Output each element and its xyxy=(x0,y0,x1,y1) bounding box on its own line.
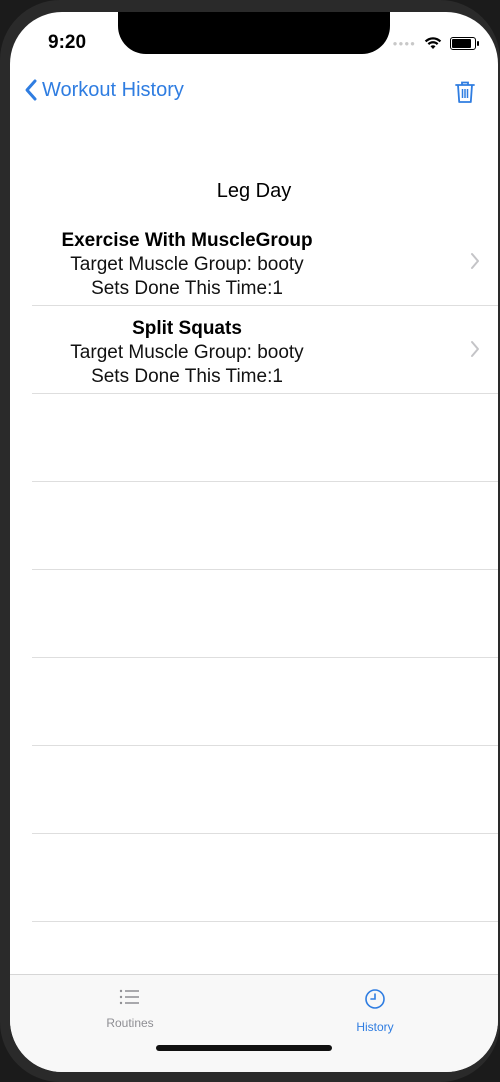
status-time: 9:20 xyxy=(48,32,87,53)
exercise-target: Target Muscle Group: booty xyxy=(70,342,304,363)
empty-row xyxy=(32,834,498,922)
back-button-label: Workout History xyxy=(42,78,184,101)
exercise-row[interactable]: Split Squats Target Muscle Group: booty … xyxy=(32,306,498,394)
home-indicator[interactable] xyxy=(156,1045,332,1051)
exercise-sets: Sets Done This Time:1 xyxy=(91,278,283,299)
exercise-row-text: Exercise With MuscleGroup Target Muscle … xyxy=(32,228,342,301)
exercise-name: Exercise With MuscleGroup xyxy=(61,230,313,251)
tab-history-label: History xyxy=(356,1020,394,1034)
chevron-right-icon xyxy=(471,341,479,357)
notch xyxy=(118,12,390,54)
list-icon xyxy=(119,989,139,1005)
empty-row xyxy=(32,570,498,658)
empty-row xyxy=(32,394,498,482)
exercise-sets: Sets Done This Time:1 xyxy=(91,366,283,387)
exercise-row-text: Split Squats Target Muscle Group: booty … xyxy=(32,316,342,389)
exercise-name: Split Squats xyxy=(132,318,242,339)
back-button[interactable]: Workout History xyxy=(24,78,184,102)
screen: 9:20 ●●●● Workout History Leg Day Exerci… xyxy=(10,12,498,1072)
delete-button[interactable] xyxy=(454,80,476,109)
empty-row xyxy=(32,746,498,834)
empty-row xyxy=(32,658,498,746)
battery-icon xyxy=(450,36,479,50)
tab-routines[interactable]: Routines xyxy=(70,987,190,1030)
device-frame: 9:20 ●●●● Workout History Leg Day Exerci… xyxy=(0,0,500,1082)
status-indicators: ●●●● xyxy=(392,36,479,50)
chevron-left-icon xyxy=(25,79,37,101)
exercise-list: Exercise With MuscleGroup Target Muscle … xyxy=(32,218,498,1010)
chevron-right-icon xyxy=(471,253,479,269)
tab-routines-label: Routines xyxy=(106,1016,154,1030)
tab-history[interactable]: History xyxy=(315,987,435,1034)
trash-icon xyxy=(455,81,475,103)
clock-icon xyxy=(365,989,385,1009)
exercise-target: Target Muscle Group: booty xyxy=(70,254,304,275)
tab-bar: Routines History xyxy=(10,974,498,1072)
navigation-bar: Workout History xyxy=(10,74,498,114)
empty-row xyxy=(32,482,498,570)
signal-icon: ●●●● xyxy=(392,38,416,48)
exercise-row[interactable]: Exercise With MuscleGroup Target Muscle … xyxy=(32,218,498,306)
wifi-icon xyxy=(424,37,442,49)
routine-title: Leg Day xyxy=(216,180,292,202)
